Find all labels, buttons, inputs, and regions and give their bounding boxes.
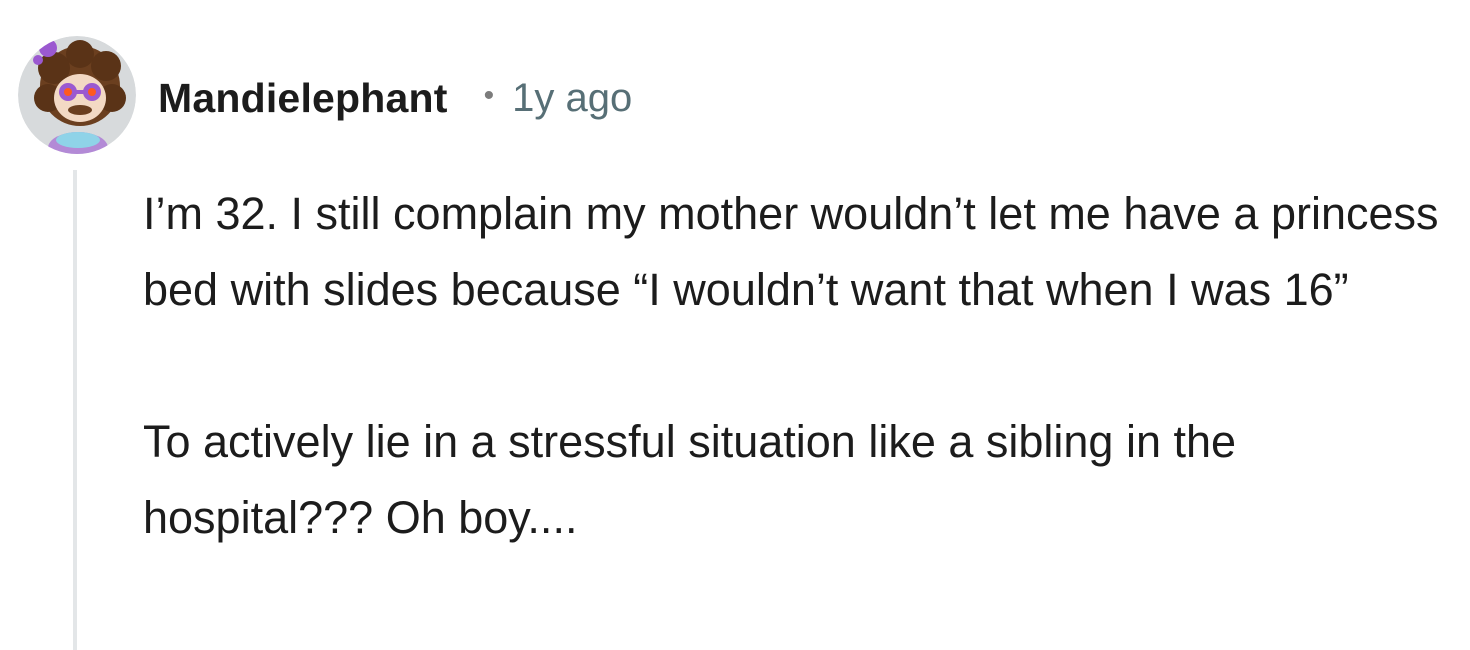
separator-dot: • bbox=[483, 79, 495, 112]
comment-body: I’m 32. I still complain my mother would… bbox=[143, 176, 1443, 556]
comment: Mandielephant • 1y ago I’m 32. I still c… bbox=[0, 0, 1470, 650]
timestamp-link[interactable]: 1y ago bbox=[512, 76, 632, 121]
comment-header: Mandielephant • 1y ago bbox=[158, 70, 632, 126]
user-avatar[interactable] bbox=[18, 36, 136, 154]
snoo-avatar-icon bbox=[18, 36, 136, 154]
comment-paragraph: To actively lie in a stressful situation… bbox=[143, 416, 1237, 543]
username-link[interactable]: Mandielephant bbox=[158, 75, 448, 122]
thread-collapse-line[interactable] bbox=[73, 170, 77, 650]
comment-paragraph: I’m 32. I still complain my mother would… bbox=[143, 188, 1439, 315]
